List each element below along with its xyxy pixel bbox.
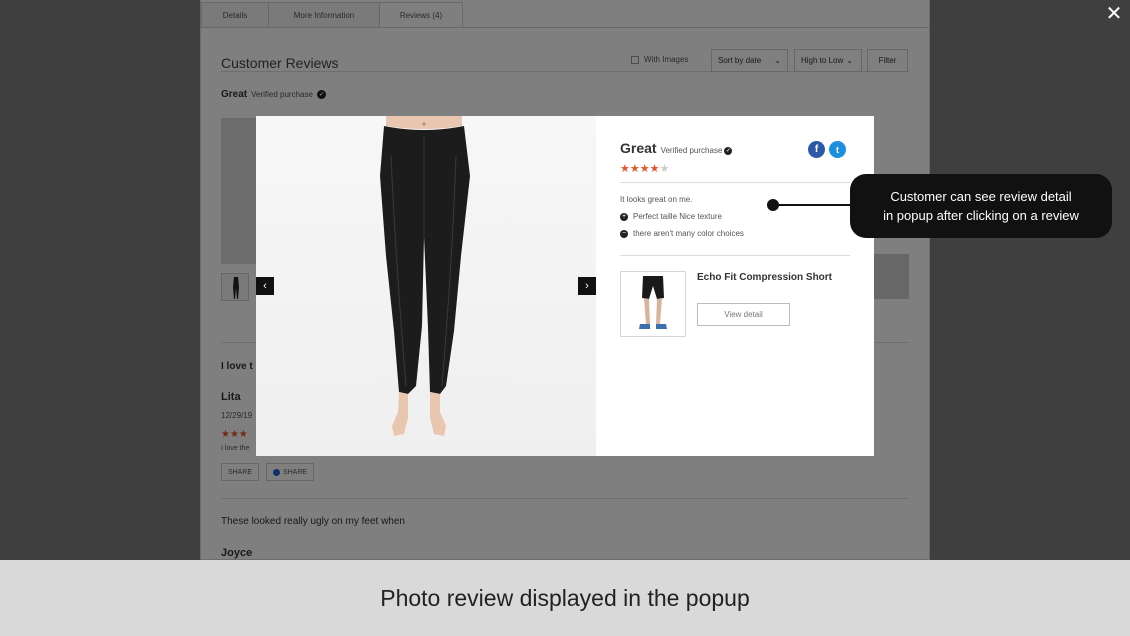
popup-divider <box>620 255 850 256</box>
star-filled-icon: ★ <box>620 163 630 175</box>
chevron-left-icon[interactable]: ‹ <box>256 277 274 295</box>
callout-annotation: Customer can see review detail in popup … <box>850 174 1112 238</box>
social-share: f t <box>808 141 846 158</box>
popup-divider <box>620 182 850 183</box>
close-icon[interactable]: ✕ <box>1104 4 1124 24</box>
callout-pointer-line <box>776 204 856 206</box>
verified-check-icon: ✓ <box>724 146 733 155</box>
twitter-icon[interactable]: t <box>829 141 846 158</box>
popup-review-title: Great Verified purchase ✓ <box>620 140 733 156</box>
verified-purchase: Verified purchase ✓ <box>661 146 733 155</box>
review-popup: ‹ › Great Verified purchase ✓ f t ★★★★★ … <box>256 116 874 456</box>
con-text: there aren't many color choices <box>633 229 744 238</box>
leggings-photo <box>380 116 470 436</box>
popup-rating-stars: ★★★★★ <box>620 162 669 175</box>
pro-text: Perfect taille Nice texture <box>633 212 722 221</box>
product-thumbnail[interactable] <box>620 271 686 337</box>
facebook-icon[interactable]: f <box>808 141 825 158</box>
star-filled-icon: ★ <box>639 163 650 175</box>
minus-circle-icon: − <box>620 229 628 238</box>
star-empty-icon: ★ <box>659 163 670 175</box>
pro-item: + Perfect taille Nice texture <box>620 212 722 221</box>
star-filled-icon: ★ <box>629 163 640 175</box>
product-name[interactable]: Echo Fit Compression Short <box>697 272 832 283</box>
view-detail-button[interactable]: View detail <box>697 303 790 326</box>
review-detail-panel: Great Verified purchase ✓ f t ★★★★★ It l… <box>596 116 874 456</box>
caption-bar: Photo review displayed in the popup <box>0 560 1130 636</box>
con-item: − there aren't many color choices <box>620 229 744 238</box>
caption-text: Photo review displayed in the popup <box>380 584 750 611</box>
plus-circle-icon: + <box>620 212 628 221</box>
review-photo-large: ‹ › <box>256 116 596 456</box>
chevron-right-icon[interactable]: › <box>578 277 596 295</box>
popup-title-text: Great <box>620 140 657 156</box>
popup-comment: It looks great on me. <box>620 195 693 204</box>
verified-purchase-label: Verified purchase <box>660 146 723 155</box>
star-filled-icon: ★ <box>649 163 660 175</box>
